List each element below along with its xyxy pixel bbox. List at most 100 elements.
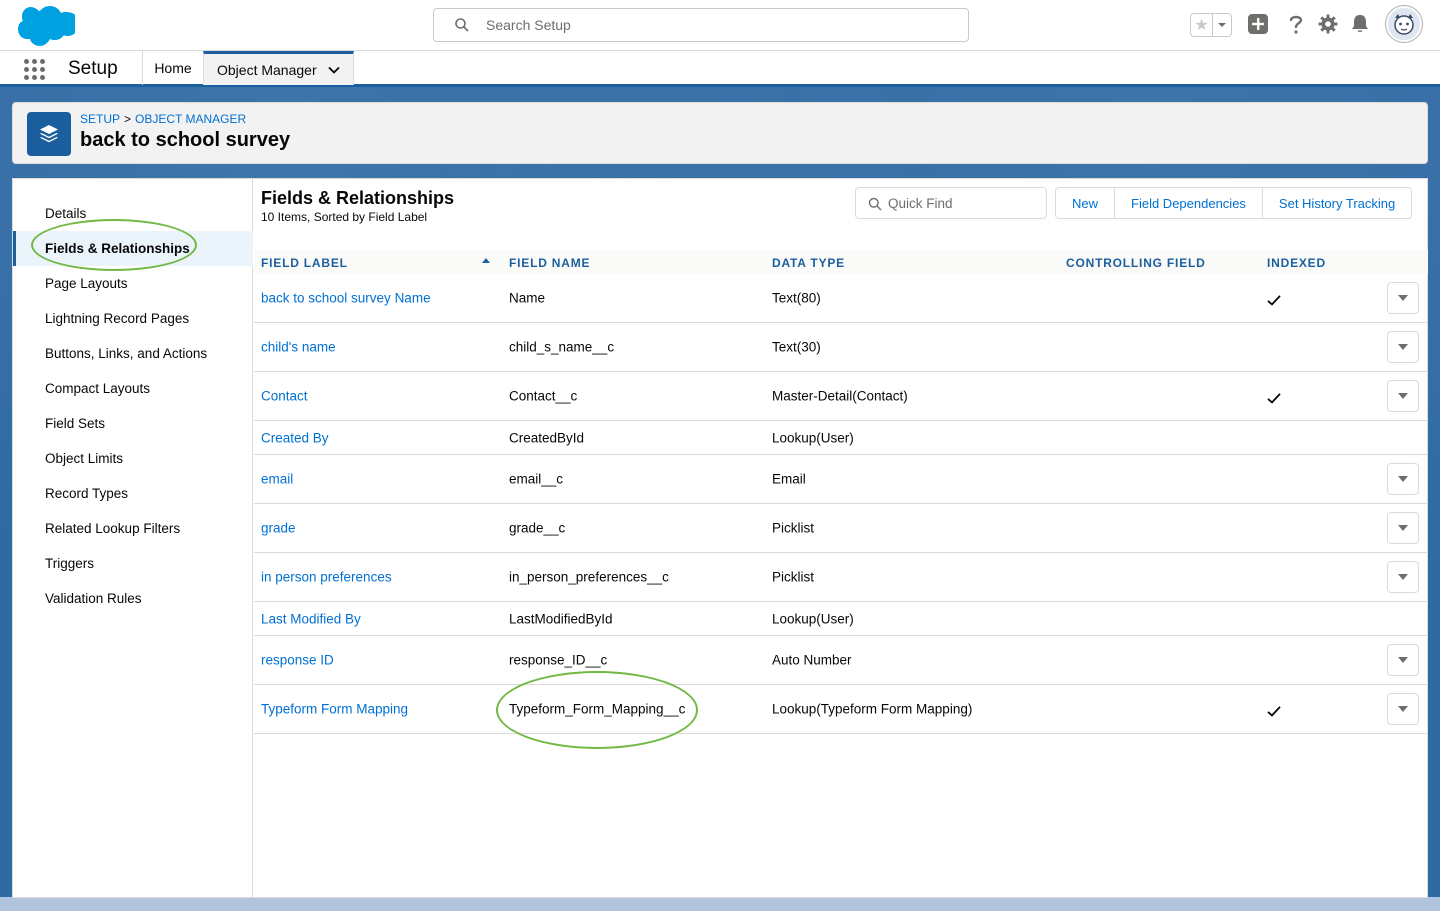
global-header: Search Setup ★ <box>0 0 1440 50</box>
data-type-cell: Text(80) <box>772 290 821 306</box>
field-name-cell: LastModifiedById <box>509 611 613 626</box>
user-avatar-icon <box>1388 8 1420 40</box>
search-icon <box>868 197 882 211</box>
sidebar-item[interactable]: Related Lookup Filters <box>13 511 253 546</box>
field-label-link[interactable]: Last Modified By <box>261 611 361 626</box>
table-row: child's name child_s_name__c Text(30) <box>254 323 1428 372</box>
field-label-link[interactable]: back to school survey Name <box>261 291 431 306</box>
breadcrumb-setup-link[interactable]: SETUP <box>80 112 120 126</box>
data-type-cell: Lookup(Typeform Form Mapping) <box>772 701 973 717</box>
data-type-cell: Auto Number <box>772 652 852 668</box>
sidebar-item[interactable]: Details <box>13 196 253 231</box>
field-label-link[interactable]: in person preferences <box>261 570 392 585</box>
sidebar-item-label: Object Limits <box>45 451 124 466</box>
field-label-link[interactable]: Typeform Form Mapping <box>261 702 408 717</box>
field-label-link[interactable]: child's name <box>261 340 336 355</box>
breadcrumb-separator: > <box>124 112 132 126</box>
salesforce-logo[interactable] <box>15 4 75 46</box>
set-history-tracking-button[interactable]: Set History Tracking <box>1262 188 1412 218</box>
column-header-field-name[interactable]: FIELD NAME <box>509 256 590 270</box>
new-button[interactable]: New <box>1056 188 1116 218</box>
chevron-down-icon[interactable] <box>327 63 341 77</box>
sidebar-item[interactable]: Page Layouts <box>13 266 253 301</box>
field-label-link[interactable]: grade <box>261 521 296 536</box>
section-subtitle: 10 Items, Sorted by Field Label <box>261 210 428 224</box>
nav-tab-home[interactable]: Home <box>142 51 203 85</box>
field-name-cell: Typeform_Form_Mapping__c <box>509 701 686 717</box>
global-search[interactable]: Search Setup <box>433 8 969 42</box>
sidebar-item[interactable]: Fields & Relationships <box>13 231 253 266</box>
field-name-cell: response_ID__c <box>509 652 608 668</box>
field-label-link[interactable]: Created By <box>261 430 329 445</box>
object-page-header: SETUP > OBJECT MANAGER back to school surv… <box>12 102 1428 164</box>
sidebar-item-label: Lightning Record Pages <box>45 311 190 326</box>
data-type-cell: Text(30) <box>772 339 821 355</box>
sidebar-item-label: Compact Layouts <box>45 381 151 396</box>
setup-button[interactable] <box>1316 12 1340 36</box>
table-row: Last Modified By LastModifiedById Lookup(U… <box>254 602 1428 636</box>
table-row: Created By CreatedById Lookup(User) <box>254 421 1428 455</box>
breadcrumb-object-manager-link[interactable]: OBJECT MANAGER <box>135 112 246 126</box>
field-name-cell: email__c <box>509 471 564 487</box>
nav-tab-home-label: Home <box>154 60 192 76</box>
table-row: response ID response_ID__c Auto Number <box>254 636 1428 685</box>
field-name-cell: Name <box>509 290 546 306</box>
field-label-link[interactable]: Contact <box>261 389 308 404</box>
sidebar-item-label: Field Sets <box>45 416 106 431</box>
action-button-group: New Field Dependencies Set History Track… <box>1055 187 1413 219</box>
row-actions-button[interactable] <box>1387 380 1419 412</box>
bottom-strip <box>0 897 1440 911</box>
sidebar-item-label: Buttons, Links, and Actions <box>45 346 208 361</box>
sort-ascending-icon[interactable] <box>482 258 490 263</box>
data-type-cell: Master-Detail(Contact) <box>772 388 908 404</box>
quick-find-input[interactable]: Quick Find <box>855 187 1047 219</box>
row-actions-button[interactable] <box>1387 512 1419 544</box>
column-header-indexed[interactable]: INDEXED <box>1267 256 1326 270</box>
column-header-controlling-field[interactable]: CONTROLLING FIELD <box>1066 256 1206 270</box>
sidebar-item[interactable]: Lightning Record Pages <box>13 301 253 336</box>
chevron-down-icon <box>1398 525 1408 531</box>
field-label-link[interactable]: email <box>261 472 293 487</box>
data-type-cell: Email <box>772 471 806 487</box>
row-actions-button[interactable] <box>1387 693 1419 725</box>
row-actions-button[interactable] <box>1387 282 1419 314</box>
field-name-cell: child_s_name__c <box>509 339 615 355</box>
field-label-link[interactable]: response ID <box>261 653 334 668</box>
row-actions-button[interactable] <box>1387 644 1419 676</box>
row-actions-button[interactable] <box>1387 561 1419 593</box>
column-header-field-label[interactable]: FIELD LABEL <box>261 256 348 270</box>
row-actions-button[interactable] <box>1387 331 1419 363</box>
sidebar-item-label: Details <box>45 206 87 221</box>
sidebar-item[interactable]: Buttons, Links, and Actions <box>13 336 253 371</box>
sidebar-item[interactable]: Object Limits <box>13 441 253 476</box>
sidebar-item[interactable]: Compact Layouts <box>13 371 253 406</box>
user-avatar[interactable] <box>1386 6 1422 42</box>
bell-icon <box>1352 15 1368 32</box>
sidebar-item[interactable]: Field Sets <box>13 406 253 441</box>
check-icon <box>1267 393 1281 404</box>
sidebar-item[interactable]: Triggers <box>13 546 253 581</box>
sidebar-item-label: Record Types <box>45 486 129 501</box>
main-panel: Details Fields & Relationships Page Layout… <box>12 178 1428 898</box>
notifications-button[interactable] <box>1348 12 1372 36</box>
check-icon <box>1267 295 1281 306</box>
chevron-down-icon <box>1398 344 1408 350</box>
row-actions-button[interactable] <box>1387 463 1419 495</box>
nav-tab-object-manager[interactable]: Object Manager <box>203 51 354 85</box>
sidebar-item[interactable]: Validation Rules <box>13 581 253 616</box>
chevron-down-icon <box>1398 476 1408 482</box>
chevron-down-icon <box>1398 574 1408 580</box>
data-type-cell: Picklist <box>772 569 815 585</box>
sidebar-item-label: Fields & Relationships <box>45 241 190 256</box>
column-header-data-type[interactable]: DATA TYPE <box>772 256 845 270</box>
favorites-button[interactable]: ★ <box>1190 13 1232 37</box>
sidebar-item[interactable]: Record Types <box>13 476 253 511</box>
chevron-down-icon[interactable] <box>1213 14 1231 36</box>
field-dependencies-button[interactable]: Field Dependencies <box>1115 188 1263 218</box>
fields-content: Fields & Relationships 10 Items, Sorted … <box>254 179 1428 897</box>
gear-icon <box>1318 14 1338 34</box>
global-actions-button[interactable] <box>1246 12 1270 36</box>
help-button[interactable] <box>1284 12 1308 36</box>
star-icon[interactable]: ★ <box>1191 14 1213 36</box>
app-launcher-icon[interactable] <box>24 59 45 80</box>
